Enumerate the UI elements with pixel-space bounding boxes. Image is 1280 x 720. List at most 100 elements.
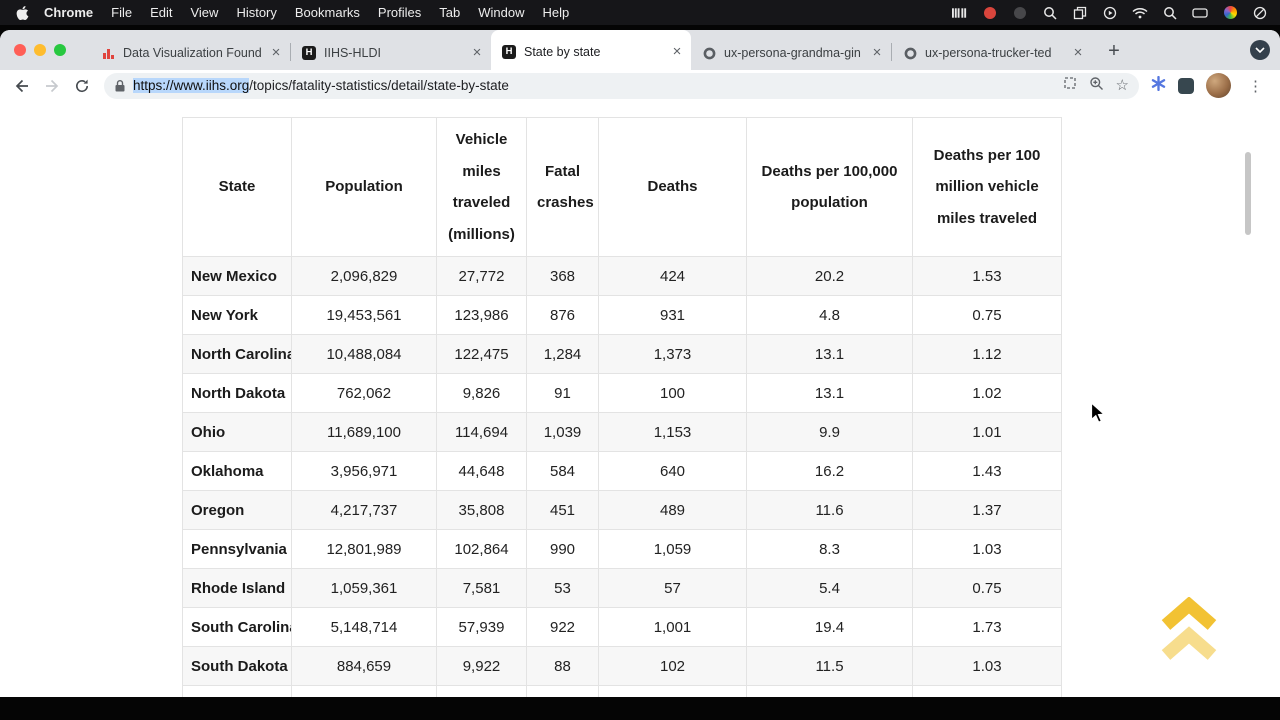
apple-menu-icon[interactable] <box>16 5 29 21</box>
menu-item[interactable]: Bookmarks <box>286 5 369 20</box>
column-header: Population <box>292 118 437 257</box>
table-row: North Dakota 762,062 9,826 91 100 13.1 1… <box>183 374 1062 413</box>
profile-avatar[interactable] <box>1206 73 1231 98</box>
new-tab-button[interactable]: + <box>1100 36 1128 66</box>
deaths-cell: 57 <box>599 569 747 608</box>
scrollbar-thumb[interactable] <box>1245 152 1251 235</box>
deaths-per-100m-vmt-cell: 1.02 <box>913 374 1062 413</box>
fatal-crashes-cell: 990 <box>527 530 599 569</box>
back-to-top-button[interactable] <box>1160 597 1218 663</box>
menu-item[interactable]: Window <box>469 5 533 20</box>
vmt-cell: 57,939 <box>437 608 527 647</box>
bars-icon[interactable] <box>952 5 968 21</box>
tab-ux-persona-grandma[interactable]: ux-persona-grandma-gin × <box>691 36 891 70</box>
window-controls <box>14 44 66 56</box>
menu-item[interactable]: File <box>102 5 141 20</box>
record-icon[interactable] <box>982 5 998 21</box>
fatal-crashes-cell: 1,040 <box>527 686 599 698</box>
state-cell: Oregon <box>183 491 292 530</box>
table-row: Oklahoma 3,956,971 44,648 584 640 16.2 1… <box>183 452 1062 491</box>
url-text: https://www.iihs.org/topics/fatality-sta… <box>133 78 509 93</box>
browser-window: Data Visualization Founda × H IIHS-HLDI … <box>0 30 1280 697</box>
column-header: Fatal crashes <box>527 118 599 257</box>
state-cell: Ohio <box>183 413 292 452</box>
chrome-menu-icon[interactable]: ⋮ <box>1243 77 1268 95</box>
zoom-window-button[interactable] <box>54 44 66 56</box>
macos-menubar: ChromeFileEditViewHistoryBookmarksProfil… <box>0 0 1280 25</box>
deaths-per-100k-cell: 5.4 <box>747 569 913 608</box>
iihs-favicon: H <box>301 45 317 61</box>
deaths-per-100k-cell: 8.3 <box>747 530 913 569</box>
deaths-per-100m-vmt-cell: 1.01 <box>913 413 1062 452</box>
menu-item[interactable]: Edit <box>141 5 181 20</box>
deaths-per-100m-vmt-cell: 1.53 <box>913 257 1062 296</box>
bookmark-star-icon[interactable]: ☆ <box>1116 78 1129 93</box>
screen: ChromeFileEditViewHistoryBookmarksProfil… <box>0 0 1280 720</box>
deaths-per-100k-cell: 19.4 <box>747 608 913 647</box>
table-header: StatePopulationVehicle miles traveled (m… <box>183 118 1062 257</box>
copy-icon[interactable] <box>1072 5 1088 21</box>
tab-data-visualization[interactable]: Data Visualization Founda × <box>90 36 290 70</box>
menu-item[interactable]: Chrome <box>35 5 102 20</box>
tab-strip: Data Visualization Founda × H IIHS-HLDI … <box>0 30 1280 70</box>
deaths-per-100k-cell: 11.5 <box>747 647 913 686</box>
close-window-button[interactable] <box>14 44 26 56</box>
dark-circle-icon[interactable] <box>1012 5 1028 21</box>
screenshot-icon[interactable] <box>1063 76 1077 95</box>
deaths-cell: 1,001 <box>599 608 747 647</box>
tabs: Data Visualization Founda × H IIHS-HLDI … <box>90 30 1128 70</box>
search-icon[interactable] <box>1162 5 1178 21</box>
tab-close-icon[interactable]: × <box>869 45 885 61</box>
minimize-window-button[interactable] <box>34 44 46 56</box>
table-row: Ohio 11,689,100 114,694 1,039 1,153 9.9 … <box>183 413 1062 452</box>
deaths-per-100m-vmt-cell: 1.12 <box>913 335 1062 374</box>
tab-close-icon[interactable]: × <box>268 45 284 61</box>
tab-close-icon[interactable]: × <box>1070 45 1086 61</box>
menu-item[interactable]: Profiles <box>369 5 430 20</box>
tab-state-by-state[interactable]: H State by state × <box>491 30 691 70</box>
deaths-per-100k-cell: 13.1 <box>747 335 913 374</box>
vmt-cell: 9,922 <box>437 647 527 686</box>
wifi-icon[interactable] <box>1132 5 1148 21</box>
tab-close-icon[interactable]: × <box>469 45 485 61</box>
play-circle-icon[interactable] <box>1102 5 1118 21</box>
spotlight-icon[interactable] <box>1042 5 1058 21</box>
tab-search-button[interactable] <box>1250 40 1270 60</box>
table-row: Rhode Island 1,059,361 7,581 53 57 5.4 0… <box>183 569 1062 608</box>
menu-item[interactable]: History <box>227 5 285 20</box>
dark-extension-icon[interactable] <box>1178 78 1194 94</box>
deaths-per-100k-cell: 13.1 <box>747 374 913 413</box>
keyboard-icon[interactable] <box>1192 5 1208 21</box>
reload-button[interactable] <box>68 73 96 99</box>
zoom-icon[interactable] <box>1089 76 1104 96</box>
pinwheel-icon[interactable] <box>1222 5 1238 21</box>
header-row: StatePopulationVehicle miles traveled (m… <box>183 118 1062 257</box>
tab-label: State by state <box>524 45 662 59</box>
menu-item[interactable]: View <box>181 5 227 20</box>
vmt-cell: 7,581 <box>437 569 527 608</box>
blocked-icon[interactable] <box>1252 5 1268 21</box>
deaths-per-100m-vmt-cell: 1.37 <box>913 491 1062 530</box>
population-cell: 12,801,989 <box>292 530 437 569</box>
deaths-cell: 1,373 <box>599 335 747 374</box>
deaths-per-100k-cell: 9.9 <box>747 413 913 452</box>
forward-button[interactable] <box>38 73 66 99</box>
column-header: Deaths per 100,000 population <box>747 118 913 257</box>
menu-item[interactable]: Tab <box>430 5 469 20</box>
column-header: Deaths per 100 million vehicle miles tra… <box>913 118 1062 257</box>
tab-ux-persona-trucker[interactable]: ux-persona-trucker-ted × <box>892 36 1092 70</box>
state-cell: New York <box>183 296 292 335</box>
fatality-statistics-table: StatePopulationVehicle miles traveled (m… <box>182 117 1062 697</box>
deaths-cell: 931 <box>599 296 747 335</box>
deaths-cell: 1,059 <box>599 530 747 569</box>
deaths-per-100k-cell: 16.6 <box>747 686 913 698</box>
tab-close-icon[interactable]: × <box>669 44 685 60</box>
address-bar[interactable]: https://www.iihs.org/topics/fatality-sta… <box>104 73 1139 99</box>
menu-item[interactable]: Help <box>534 5 579 20</box>
deaths-per-100k-cell: 11.6 <box>747 491 913 530</box>
asterisk-extension-icon[interactable] <box>1151 76 1166 96</box>
tab-iihs-hldi[interactable]: H IIHS-HLDI × <box>291 36 491 70</box>
lock-icon[interactable] <box>114 79 126 93</box>
back-button[interactable] <box>8 73 36 99</box>
deaths-cell: 1,135 <box>599 686 747 698</box>
